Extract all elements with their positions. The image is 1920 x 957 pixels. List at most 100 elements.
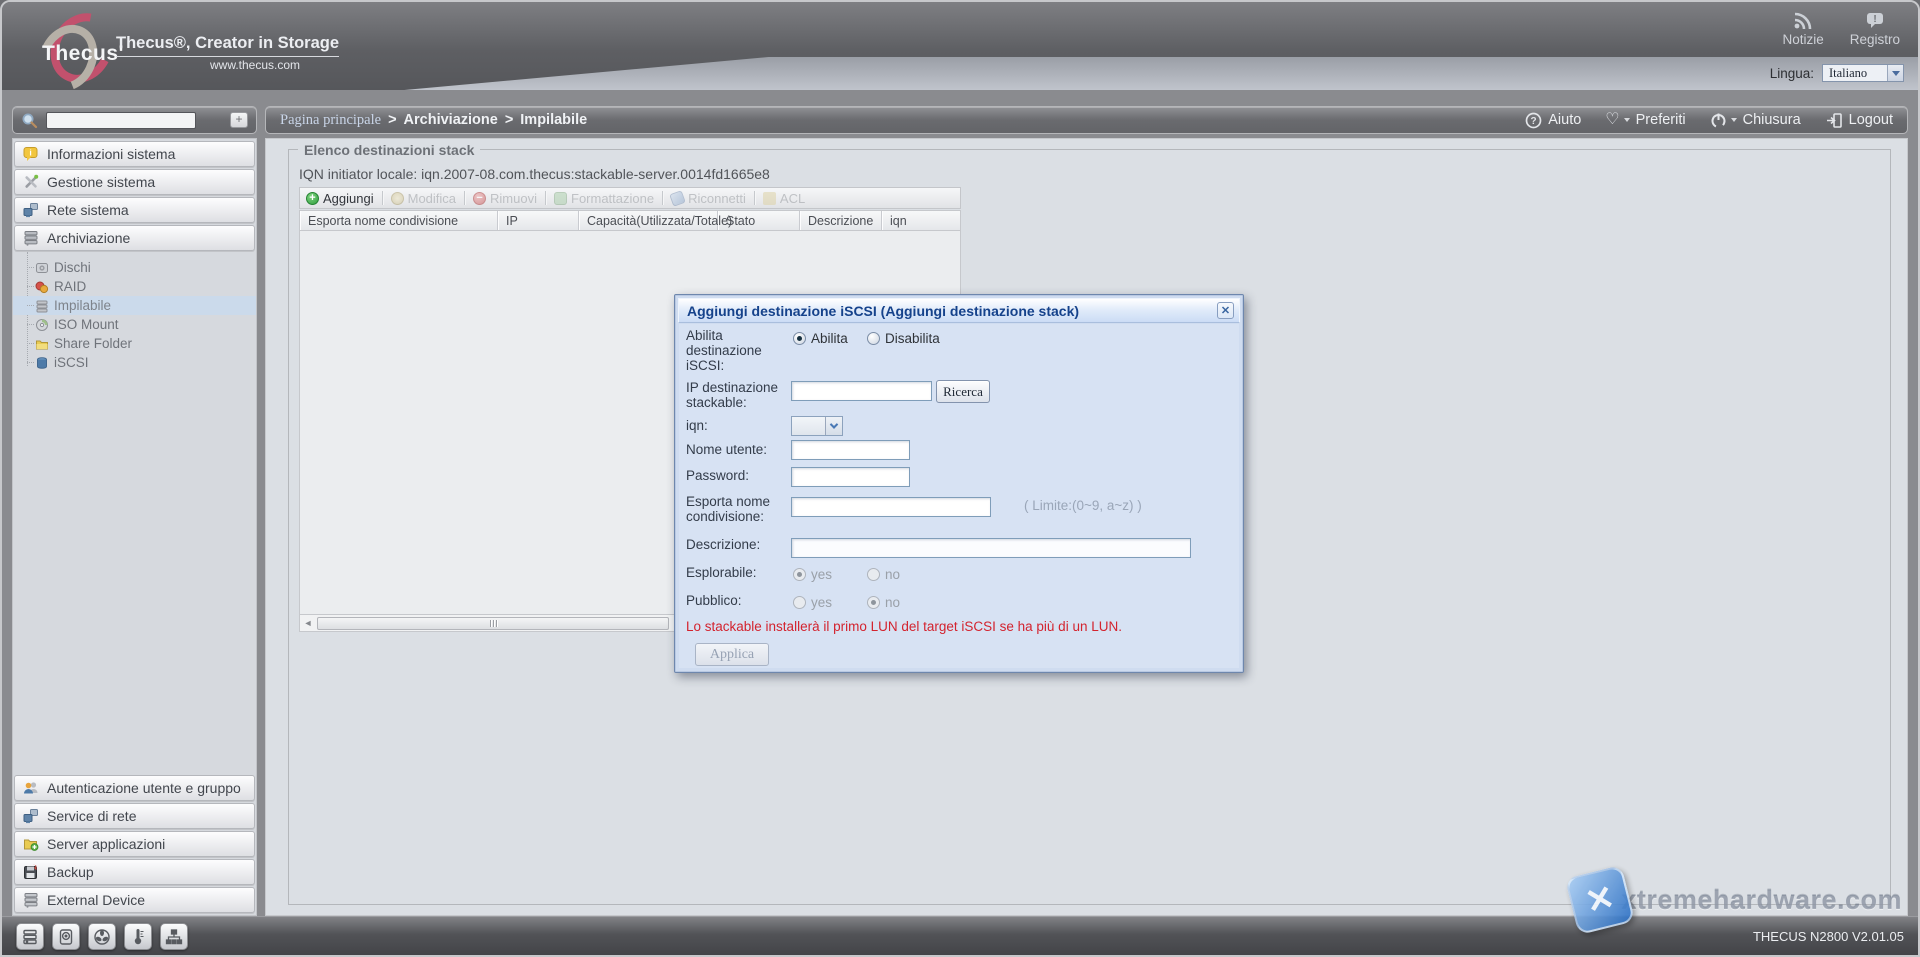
chevron-down-icon[interactable] bbox=[1887, 65, 1903, 81]
password-input[interactable] bbox=[791, 467, 910, 487]
column-header[interactable]: Capacità(Utilizzata/Totale) bbox=[579, 211, 718, 230]
sidebar-group-label: Backup bbox=[47, 864, 94, 880]
lan-status-icon[interactable] bbox=[160, 923, 188, 950]
sidebar-item-impilabile[interactable]: Impilabile bbox=[13, 296, 256, 315]
svg-text:!: ! bbox=[1873, 14, 1876, 25]
toolbar-label: Formattazione bbox=[571, 191, 654, 206]
aggiungi-iscsi-dialog: Aggiungi destinazione iSCSI (Aggiungi de… bbox=[674, 294, 1244, 673]
logout-button[interactable]: Logout bbox=[1825, 112, 1893, 129]
share-name-label: Esporta nome condivisione: bbox=[686, 494, 790, 524]
sidebar-group-rete-sistema[interactable]: Rete sistema bbox=[14, 197, 255, 223]
breadcrumb-home-link[interactable]: Pagina principale bbox=[280, 112, 381, 129]
descrizione-label: Descrizione: bbox=[686, 537, 790, 552]
gear-icon bbox=[391, 192, 404, 205]
system-status-icon[interactable] bbox=[16, 923, 44, 950]
sidebar-item-label: Share Folder bbox=[54, 336, 132, 351]
sidebar-item-raid[interactable]: RAID bbox=[13, 277, 256, 296]
search-icon bbox=[21, 112, 38, 129]
close-icon[interactable]: ✕ bbox=[1217, 302, 1234, 319]
chiusura-button[interactable]: Chiusura bbox=[1710, 112, 1801, 129]
column-header[interactable]: IP bbox=[498, 211, 579, 230]
iso-icon bbox=[35, 318, 49, 332]
sidebar-group-external-device[interactable]: External Device bbox=[14, 887, 255, 913]
sidebar-group-label: Archiviazione bbox=[47, 230, 130, 246]
sidebar-group-label: Informazioni sistema bbox=[47, 146, 175, 162]
sidebar-group-server-applicazioni[interactable]: Server applicazioni bbox=[14, 831, 255, 857]
reconnect-icon bbox=[669, 190, 686, 207]
fan-status-icon[interactable] bbox=[88, 923, 116, 950]
esplorabile-label: Esplorabile: bbox=[686, 565, 790, 580]
disabilita-option-label[interactable]: Disabilita bbox=[885, 331, 940, 346]
watermark-text: xtremehardware.com bbox=[1621, 885, 1902, 916]
sidebar-group-backup[interactable]: Backup bbox=[14, 859, 255, 885]
aiuto-label: Aiuto bbox=[1548, 112, 1581, 128]
sidebar-group-label: Gestione sistema bbox=[47, 174, 155, 190]
heart-icon: ♡ bbox=[1605, 113, 1619, 127]
xtremehardware-logo-icon: ✕ bbox=[1565, 865, 1635, 935]
rimuovi-button: − Rimuovi bbox=[473, 191, 537, 206]
abilita-radio[interactable] bbox=[793, 332, 806, 345]
sidebar-item-label: RAID bbox=[54, 279, 86, 294]
column-header[interactable]: iqn bbox=[882, 211, 960, 230]
sidebar-item-share-folder[interactable]: Share Folder bbox=[13, 334, 256, 353]
chevron-down-icon bbox=[1624, 118, 1630, 122]
language-row: Lingua: Italiano bbox=[1770, 64, 1904, 82]
disk-status-icon[interactable] bbox=[52, 923, 80, 950]
svg-text:i: i bbox=[29, 148, 31, 158]
aiuto-button[interactable]: ? Aiuto bbox=[1525, 112, 1581, 129]
navbar-actions: ? Aiuto ♡ Preferiti Chiusura bbox=[1525, 112, 1893, 129]
toolbar-separator bbox=[754, 191, 755, 205]
disk-icon bbox=[35, 261, 49, 275]
storage-icon bbox=[23, 230, 39, 246]
brand-text: Thecus' bbox=[42, 42, 124, 66]
expand-all-button[interactable]: + bbox=[230, 112, 248, 128]
disabilita-radio[interactable] bbox=[867, 332, 880, 345]
search-input[interactable] bbox=[46, 112, 196, 129]
sidebar-item-iscsi[interactable]: iSCSI bbox=[13, 353, 256, 372]
column-header[interactable]: Descrizione bbox=[800, 211, 882, 230]
sidebar-group-archiviazione[interactable]: Archiviazione bbox=[14, 225, 255, 251]
sidebar-item-dischi[interactable]: Dischi bbox=[13, 258, 256, 277]
sidebar-group-label: External Device bbox=[47, 892, 145, 908]
dialog-titlebar[interactable]: Aggiungi destinazione iSCSI (Aggiungi de… bbox=[678, 298, 1240, 323]
rss-icon bbox=[1793, 12, 1813, 30]
esporta-nome-input[interactable] bbox=[791, 497, 991, 517]
applica-button: Applica bbox=[695, 643, 769, 666]
language-select[interactable]: Italiano bbox=[1822, 64, 1904, 82]
registro-button[interactable]: ! Registro bbox=[1850, 12, 1900, 47]
ip-destinazione-input[interactable] bbox=[791, 381, 932, 401]
sidebar-item-label: Impilabile bbox=[54, 298, 111, 313]
sidebar-group-gestione-sistema[interactable]: Gestione sistema bbox=[14, 169, 255, 195]
scrollbar-thumb[interactable] bbox=[317, 617, 669, 630]
sidebar-group-informazioni-sistema[interactable]: i Informazioni sistema bbox=[14, 141, 255, 167]
nome-utente-input[interactable] bbox=[791, 440, 910, 460]
tools-icon bbox=[23, 174, 39, 190]
esplorabile-yes-radio bbox=[793, 568, 806, 581]
column-header[interactable]: Esporta nome condivisione bbox=[300, 211, 498, 230]
sidebar-group-label: Autenticazione utente e gruppo bbox=[47, 780, 241, 796]
scroll-left-arrow[interactable]: ◄ bbox=[300, 616, 316, 631]
aggiungi-button[interactable]: + Aggiungi bbox=[306, 191, 374, 206]
column-header[interactable]: Stato bbox=[718, 211, 800, 230]
abilita-option-label[interactable]: Abilita bbox=[811, 331, 848, 346]
sidebar-item-iso-mount[interactable]: ISO Mount bbox=[13, 315, 256, 334]
language-selected-value: Italiano bbox=[1823, 65, 1887, 81]
temperature-status-icon[interactable] bbox=[124, 923, 152, 950]
sidebar-group-service-di-rete[interactable]: Service di rete bbox=[14, 803, 255, 829]
notizie-button[interactable]: Notizie bbox=[1782, 12, 1823, 47]
folder-plus-icon bbox=[23, 836, 39, 852]
power-icon bbox=[1710, 112, 1727, 129]
firmware-version: THECUS N2800 V2.01.05 bbox=[1753, 929, 1904, 944]
preferiti-label: Preferiti bbox=[1636, 112, 1686, 128]
app-window: Thecus' Thecus®, Creator in Storage www.… bbox=[0, 0, 1920, 957]
sidebar-group-autenticazione[interactable]: Autenticazione utente e gruppo bbox=[14, 775, 255, 801]
chevron-down-icon[interactable] bbox=[825, 417, 842, 435]
preferiti-button[interactable]: ♡ Preferiti bbox=[1605, 112, 1685, 128]
descrizione-input[interactable] bbox=[791, 538, 1191, 558]
xtremehardware-watermark: ✕ xtremehardware.com bbox=[1571, 871, 1902, 929]
header-links: Notizie ! Registro bbox=[1782, 12, 1900, 47]
ricerca-button[interactable]: Ricerca bbox=[936, 380, 990, 403]
pubblico-no-radio bbox=[867, 596, 880, 609]
toolbar-label: Aggiungi bbox=[323, 191, 374, 206]
iqn-select[interactable] bbox=[791, 416, 843, 436]
